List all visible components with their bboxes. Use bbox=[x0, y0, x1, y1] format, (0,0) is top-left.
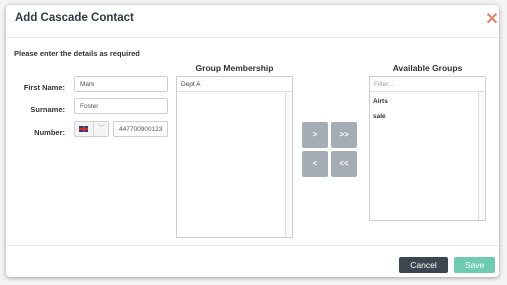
dialog-title: Add Cascade Contact bbox=[15, 12, 134, 24]
add-contact-dialog: Add Cascade Contact ✕ Please enter the d… bbox=[6, 5, 499, 277]
surname-field[interactable]: Foster bbox=[74, 98, 168, 114]
country-select[interactable]: ﹀ bbox=[74, 121, 109, 137]
close-icon[interactable]: ✕ bbox=[485, 12, 499, 28]
save-button[interactable]: Save bbox=[454, 257, 495, 273]
add-all-button[interactable]: >> bbox=[331, 122, 357, 148]
first-name-label: First Name: bbox=[23, 83, 65, 92]
header-divider bbox=[6, 37, 499, 38]
number-field[interactable]: 447700900123 bbox=[113, 121, 168, 137]
available-groups-title: Available Groups bbox=[392, 63, 463, 73]
surname-label: Surname: bbox=[30, 105, 65, 114]
group-membership-list[interactable]: Dept A bbox=[176, 76, 293, 238]
list-item[interactable]: Airts bbox=[373, 98, 388, 105]
list-item[interactable]: Dept A bbox=[177, 77, 292, 92]
add-selected-button[interactable]: > bbox=[302, 122, 328, 148]
group-membership-title: Group Membership bbox=[195, 63, 274, 73]
available-groups-list[interactable]: Filter... Airts sale bbox=[369, 76, 486, 221]
chevron-down-icon: ﹀ bbox=[93, 122, 109, 136]
first-name-field[interactable]: Mark bbox=[74, 76, 168, 92]
remove-all-button[interactable]: << bbox=[331, 151, 357, 177]
number-label: Number: bbox=[34, 128, 65, 137]
instructions-text: Please enter the details as required bbox=[14, 49, 140, 58]
scrollbar[interactable] bbox=[478, 92, 485, 220]
scrollbar[interactable] bbox=[285, 92, 292, 237]
list-item[interactable]: sale bbox=[373, 113, 386, 120]
uk-flag-icon bbox=[79, 126, 88, 132]
footer-divider bbox=[6, 245, 499, 246]
cancel-button[interactable]: Cancel bbox=[399, 257, 448, 273]
remove-selected-button[interactable]: < bbox=[302, 151, 328, 177]
filter-input[interactable]: Filter... bbox=[370, 77, 485, 92]
